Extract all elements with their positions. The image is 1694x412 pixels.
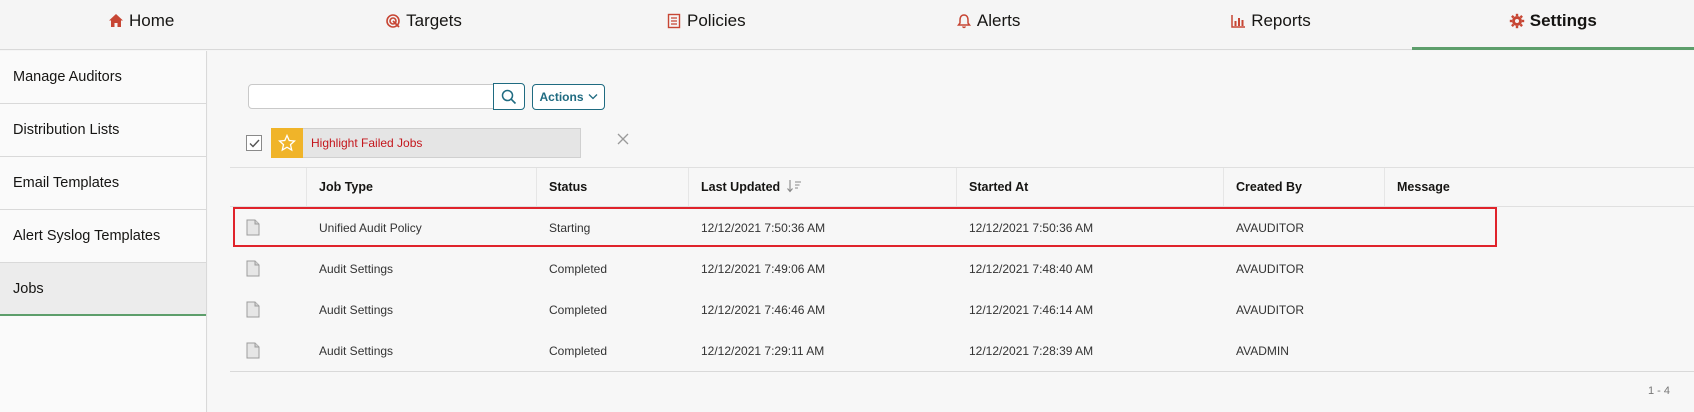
cell-last-updated: 12/12/2021 7:46:46 AM bbox=[701, 302, 826, 317]
sort-descending-icon[interactable] bbox=[786, 179, 802, 196]
tab-label: Settings bbox=[1529, 10, 1597, 30]
tab-home[interactable]: Home bbox=[0, 0, 282, 49]
document-icon bbox=[246, 260, 260, 277]
cell-started-at: 12/12/2021 7:50:36 AM bbox=[969, 220, 1094, 235]
tab-targets[interactable]: Targets bbox=[282, 0, 564, 49]
cell-created-by: AVAUDITOR bbox=[1236, 261, 1305, 276]
tab-label: Reports bbox=[1251, 10, 1311, 30]
close-icon[interactable] bbox=[617, 132, 629, 150]
sidebar-item-email-templates[interactable]: Email Templates bbox=[0, 157, 206, 210]
table-row[interactable]: Unified Audit Policy Starting 12/12/2021… bbox=[230, 207, 1694, 248]
pagination-range: 1 - 4 bbox=[1647, 385, 1670, 397]
column-header-created-by[interactable]: Created By bbox=[1223, 168, 1384, 206]
tab-policies[interactable]: Policies bbox=[565, 0, 847, 49]
cell-message bbox=[1384, 207, 1397, 248]
sidebar-item-distribution-lists[interactable]: Distribution Lists bbox=[0, 104, 206, 157]
tab-label: Alerts bbox=[976, 10, 1021, 30]
column-label: Last Updated bbox=[701, 180, 781, 194]
document-icon bbox=[246, 342, 260, 359]
cell-started-at: 12/12/2021 7:46:14 AM bbox=[969, 302, 1094, 317]
column-header-message[interactable]: Message bbox=[1384, 168, 1694, 206]
column-header-status[interactable]: Status bbox=[536, 168, 688, 206]
cell-created-by: AVADMIN bbox=[1236, 343, 1289, 358]
sidebar-item-alert-syslog-templates[interactable]: Alert Syslog Templates bbox=[0, 210, 206, 263]
sidebar-item-jobs[interactable]: Jobs bbox=[0, 263, 206, 316]
search-button[interactable] bbox=[493, 83, 525, 110]
cell-status: Completed bbox=[549, 343, 608, 358]
search-icon bbox=[501, 89, 517, 104]
bell-icon bbox=[956, 13, 972, 29]
tab-label: Policies bbox=[687, 10, 746, 30]
settings-sidebar: Manage Auditors Distribution Lists Email… bbox=[0, 51, 207, 412]
chart-icon bbox=[1230, 13, 1246, 29]
table-row[interactable]: Audit Settings Completed 12/12/2021 7:49… bbox=[230, 248, 1694, 289]
cell-last-updated: 12/12/2021 7:50:36 AM bbox=[701, 220, 826, 235]
cell-message bbox=[1384, 248, 1397, 289]
column-header-icon bbox=[230, 168, 306, 206]
cell-created-by: AVAUDITOR bbox=[1236, 220, 1305, 235]
home-icon bbox=[108, 13, 124, 29]
cell-message bbox=[1384, 289, 1397, 330]
actions-menu-button[interactable]: Actions bbox=[532, 84, 605, 110]
sidebar-item-manage-auditors[interactable]: Manage Auditors bbox=[0, 51, 206, 104]
cell-created-by: AVAUDITOR bbox=[1236, 302, 1305, 317]
jobs-table: Job Type Status Last Updated Started At … bbox=[230, 167, 1694, 372]
targets-icon bbox=[385, 13, 401, 29]
top-nav: Home Targets Policies Alerts Reports Set… bbox=[0, 0, 1694, 50]
cell-job-type: Unified Audit Policy bbox=[319, 220, 422, 235]
cell-started-at: 12/12/2021 7:28:39 AM bbox=[969, 343, 1094, 358]
column-label: Job Type bbox=[319, 180, 373, 194]
tab-reports[interactable]: Reports bbox=[1129, 0, 1411, 49]
policies-icon bbox=[666, 13, 682, 29]
cell-last-updated: 12/12/2021 7:29:11 AM bbox=[701, 343, 825, 358]
tab-settings[interactable]: Settings bbox=[1411, 0, 1694, 50]
document-icon bbox=[246, 219, 260, 236]
cell-job-type: Audit Settings bbox=[319, 302, 394, 317]
cell-last-updated: 12/12/2021 7:49:06 AM bbox=[701, 261, 826, 276]
cell-status: Completed bbox=[549, 302, 608, 317]
cell-job-type: Audit Settings bbox=[319, 343, 394, 358]
cell-job-type: Audit Settings bbox=[319, 261, 394, 276]
gear-icon bbox=[1509, 13, 1525, 29]
document-icon bbox=[246, 301, 260, 318]
cell-started-at: 12/12/2021 7:48:40 AM bbox=[969, 261, 1094, 276]
tab-label: Targets bbox=[406, 10, 462, 30]
column-label: Started At bbox=[969, 180, 1029, 194]
column-label: Created By bbox=[1236, 180, 1302, 194]
column-label: Message bbox=[1397, 180, 1450, 194]
table-row[interactable]: Audit Settings Completed 12/12/2021 7:29… bbox=[230, 330, 1694, 371]
cell-status: Completed bbox=[549, 261, 608, 276]
checkmark-icon bbox=[249, 139, 260, 148]
chevron-down-icon bbox=[588, 92, 598, 102]
column-header-last-updated[interactable]: Last Updated bbox=[688, 168, 956, 206]
column-header-job-type[interactable]: Job Type bbox=[306, 168, 536, 206]
cell-status: Starting bbox=[549, 220, 591, 235]
filter-label: Highlight Failed Jobs bbox=[311, 136, 423, 150]
table-header: Job Type Status Last Updated Started At … bbox=[230, 167, 1694, 207]
cell-message bbox=[1384, 330, 1397, 371]
jobs-panel: Actions Highlight Failed Jobs Job Type S… bbox=[208, 51, 1694, 412]
column-header-started-at[interactable]: Started At bbox=[956, 168, 1223, 206]
table-row[interactable]: Audit Settings Completed 12/12/2021 7:46… bbox=[230, 289, 1694, 330]
tab-label: Home bbox=[128, 10, 175, 30]
column-label: Status bbox=[549, 180, 588, 194]
tab-alerts[interactable]: Alerts bbox=[847, 0, 1129, 49]
search-input[interactable] bbox=[248, 84, 501, 109]
star-icon bbox=[271, 127, 303, 158]
table-divider bbox=[230, 371, 1694, 372]
highlight-filter-chip[interactable]: Highlight Failed Jobs bbox=[271, 127, 581, 158]
highlight-filter-checkbox[interactable] bbox=[246, 135, 262, 151]
actions-label: Actions bbox=[539, 90, 584, 104]
